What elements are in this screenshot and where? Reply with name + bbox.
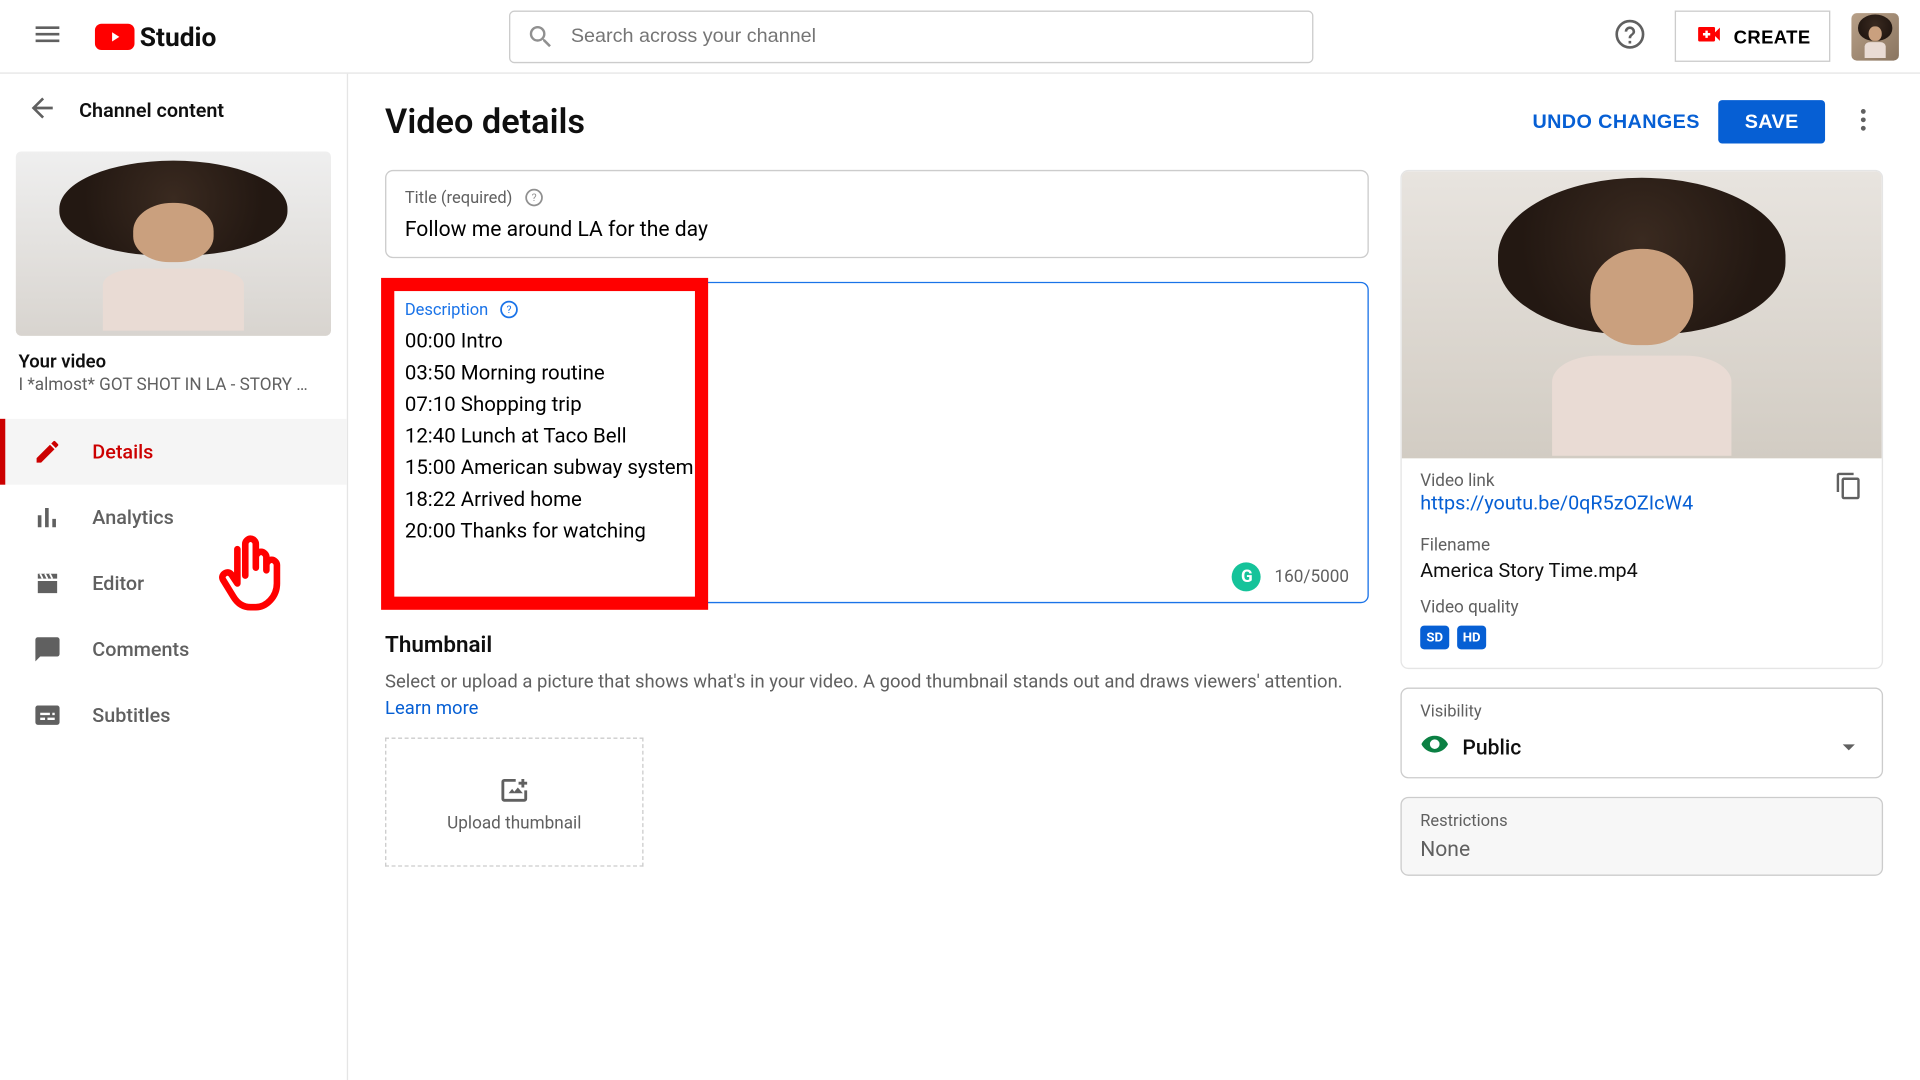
visibility-selector[interactable]: Visibility Public: [1400, 688, 1883, 779]
filename-label: Filename: [1420, 536, 1638, 556]
title-input[interactable]: [405, 216, 1349, 241]
copy-link-button[interactable]: [1834, 472, 1863, 505]
sidebar-item-label: Analytics: [92, 506, 173, 530]
svg-text:?: ?: [507, 303, 512, 316]
account-avatar[interactable]: [1851, 13, 1898, 60]
video-quality-label: Video quality: [1420, 598, 1518, 618]
logo-text: Studio: [140, 20, 217, 52]
filename-value: America Story Time.mp4: [1420, 558, 1638, 582]
sidebar-item-label: Details: [92, 440, 153, 464]
create-label: CREATE: [1734, 26, 1811, 47]
help-button[interactable]: [1606, 11, 1653, 62]
topbar: Studio CREATE: [0, 0, 1920, 74]
add-image-icon: [497, 771, 531, 805]
sidebar-item-label: Editor: [92, 572, 144, 596]
subtitles-icon: [32, 699, 64, 731]
title-label: Title (required): [405, 188, 513, 208]
sidebar-video-title: I *almost* GOT SHOT IN LA - STORY …: [18, 375, 328, 395]
video-preview-panel: Video link https://youtu.be/0qR5zOZIcW4 …: [1400, 170, 1883, 669]
sidebar-item-analytics[interactable]: Analytics: [0, 485, 347, 551]
restrictions-display: Restrictions None: [1400, 797, 1883, 876]
kebab-icon: [1849, 105, 1878, 134]
description-field[interactable]: Description ? G 160/5000: [385, 282, 1369, 603]
learn-more-link[interactable]: Learn more: [385, 698, 1369, 719]
visibility-value: Public: [1462, 734, 1521, 759]
quality-badge-sd: SD: [1420, 626, 1449, 650]
hamburger-menu-button[interactable]: [21, 8, 74, 65]
thumbnail-description: Select or upload a picture that shows wh…: [385, 672, 1369, 693]
page-title: Video details: [385, 102, 585, 142]
restrictions-value: None: [1420, 836, 1863, 861]
thumbnail-heading: Thumbnail: [385, 632, 1369, 658]
video-link-label: Video link: [1420, 472, 1824, 492]
channel-content-label: Channel content: [79, 98, 224, 122]
upload-thumbnail-label: Upload thumbnail: [447, 813, 581, 833]
help-icon: [1614, 18, 1646, 50]
help-circle-icon: ?: [523, 187, 544, 208]
clapperboard-icon: [32, 568, 64, 600]
sidebar: Channel content Your video I *almost* GO…: [0, 74, 348, 1080]
sidebar-video-thumbnail[interactable]: [16, 151, 331, 335]
your-video-label: Your video: [18, 352, 328, 373]
search-field[interactable]: [509, 10, 1313, 63]
comment-icon: [32, 634, 64, 666]
help-circle-icon: ?: [499, 299, 520, 320]
youtube-play-icon: [95, 23, 135, 49]
youtube-studio-logo[interactable]: Studio: [95, 20, 216, 52]
search-icon: [526, 22, 555, 51]
more-options-button[interactable]: [1844, 100, 1884, 143]
visibility-label: Visibility: [1420, 702, 1863, 722]
back-button[interactable]: [26, 92, 58, 128]
title-field[interactable]: Title (required) ?: [385, 170, 1369, 258]
bar-chart-icon: [32, 502, 64, 534]
sidebar-item-label: Subtitles: [92, 703, 170, 727]
sidebar-item-details[interactable]: Details: [0, 419, 347, 485]
video-link-value[interactable]: https://youtu.be/0qR5zOZIcW4: [1420, 491, 1693, 515]
video-preview-thumbnail[interactable]: [1402, 171, 1882, 458]
sidebar-item-editor[interactable]: Editor: [0, 551, 347, 617]
undo-changes-button[interactable]: UNDO CHANGES: [1532, 111, 1699, 133]
hamburger-icon: [32, 18, 64, 50]
quality-badge-hd: HD: [1457, 626, 1486, 650]
sidebar-item-label: Comments: [92, 637, 189, 661]
chevron-down-icon: [1834, 732, 1863, 761]
copy-icon: [1834, 472, 1863, 501]
restrictions-label: Restrictions: [1420, 811, 1863, 831]
save-button[interactable]: SAVE: [1718, 100, 1825, 143]
content-area: Video details UNDO CHANGES SAVE Title (r…: [348, 74, 1920, 1080]
arrow-left-icon: [26, 92, 58, 124]
grammarly-icon: G: [1232, 562, 1261, 591]
video-camera-plus-icon: [1694, 20, 1723, 53]
pencil-icon: [32, 436, 64, 468]
description-char-count: 160/5000: [1274, 567, 1349, 587]
description-label: Description: [405, 300, 488, 320]
svg-text:?: ?: [531, 191, 536, 204]
create-button[interactable]: CREATE: [1674, 11, 1830, 62]
search-input[interactable]: [571, 25, 1296, 47]
description-textarea[interactable]: [405, 325, 1349, 557]
upload-thumbnail-button[interactable]: Upload thumbnail: [385, 738, 643, 867]
eye-icon: [1420, 730, 1449, 764]
sidebar-item-subtitles[interactable]: Subtitles: [0, 682, 347, 748]
sidebar-item-comments[interactable]: Comments: [0, 616, 347, 682]
